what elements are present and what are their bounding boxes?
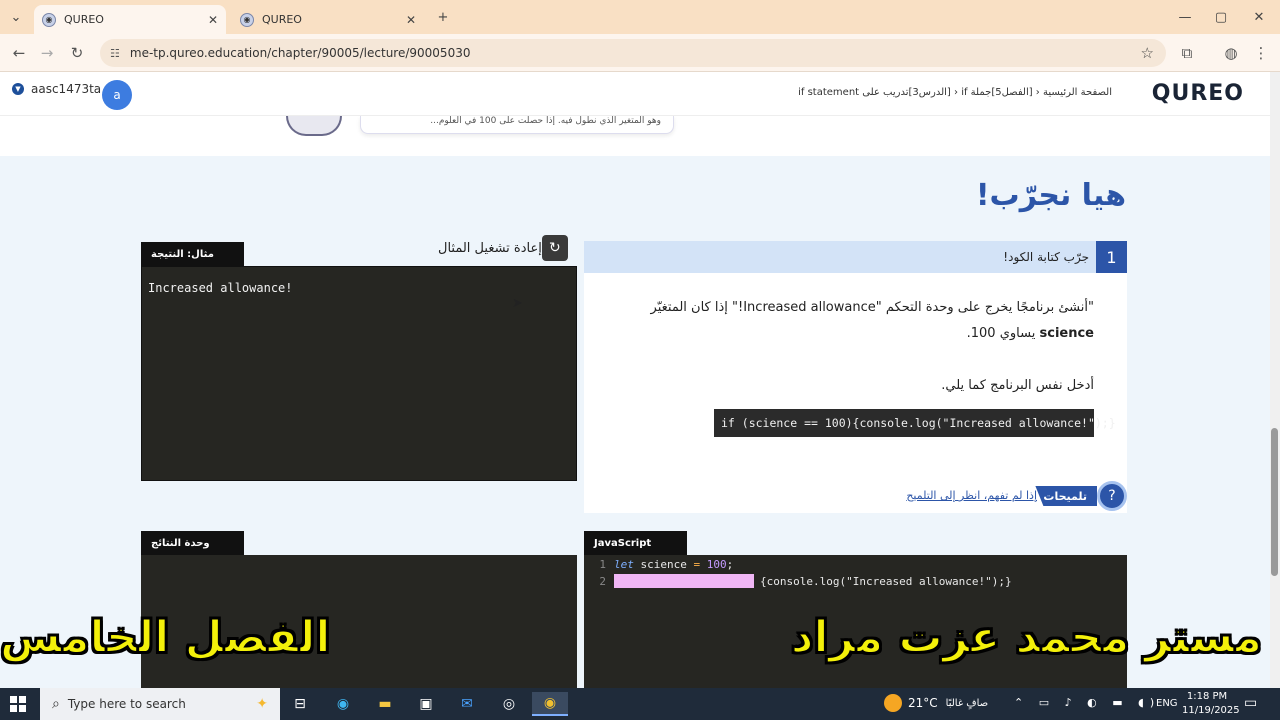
line-number: 1: [599, 558, 606, 571]
result-output-text: Increased allowance!: [148, 281, 293, 295]
notification-icon[interactable]: ▭: [1244, 695, 1257, 711]
qureo-favicon-icon: ◉: [42, 12, 56, 27]
scrollbar-thumb[interactable]: [1271, 428, 1278, 576]
profile-icon[interactable]: ◍: [1220, 42, 1242, 64]
site-header: ▼ aasc1473ta a الصفحة الرئيسية ‹ [الفصل5…: [0, 72, 1270, 116]
maximize-icon[interactable]: ▢: [1206, 6, 1236, 28]
extensions-puzzle-icon[interactable]: ⧉: [1176, 42, 1198, 64]
hints-label: تلميحات: [1035, 486, 1097, 506]
instruction-variable: science: [1039, 326, 1095, 341]
weather-text: صافٍ غالبًا: [945, 697, 989, 709]
new-tab-button[interactable]: +: [428, 6, 458, 28]
search-placeholder: Type here to search: [67, 697, 186, 711]
replay-label: إعادة تشغيل المثال: [438, 240, 542, 256]
task-panel: 1 جرّب كتابة الكود! "أنشئ برنامجًا يخرج …: [584, 241, 1127, 513]
url-text: me-tp.qureo.education/chapter/90005/lect…: [129, 46, 471, 60]
edge-browser-icon[interactable]: ◉: [330, 692, 356, 716]
chevron-left-icon: ‹: [950, 87, 958, 98]
taskbar-search-input[interactable]: ⌕ Type here to search ✦: [40, 688, 280, 720]
blank-highlight[interactable]: [614, 574, 754, 588]
code-line[interactable]: let science = 100;: [614, 558, 733, 571]
mouse-cursor-icon: ➤: [512, 296, 523, 311]
tab-search-chevron-icon[interactable]: ⌄: [4, 6, 28, 28]
sun-icon: [884, 694, 902, 712]
replay-example-button[interactable]: ↻ إعادة تشغيل المثال: [438, 235, 574, 261]
close-window-icon[interactable]: ✕: [1244, 6, 1274, 28]
hints-badge[interactable]: ? تلميحات: [1035, 481, 1127, 511]
username: aasc1473ta: [31, 82, 102, 96]
lightbulb-icon: ?: [1097, 481, 1127, 511]
file-explorer-icon[interactable]: ▬: [372, 692, 398, 716]
qureo-favicon-icon: ◉: [240, 12, 254, 27]
copilot-sparkle-icon[interactable]: ✦: [256, 696, 268, 712]
chevron-left-icon: ‹: [1032, 87, 1040, 98]
search-icon: ⌕: [52, 696, 60, 712]
caption-chapter: الفصل الخامس: [0, 611, 331, 664]
browser-tab-strip: ⌄ ◉ QUREO ✕ ◉ QUREO ✕ + — ▢ ✕: [0, 0, 1280, 34]
address-bar[interactable]: ☷ me-tp.qureo.education/chapter/90005/le…: [100, 39, 1166, 67]
replay-icon: ↻: [541, 235, 568, 261]
windows-taskbar: ⌕ Type here to search ✦ ⊟ ◉ ▬ ▣ ✉ ◎ ◉ 21…: [0, 688, 1280, 720]
task-number: 1: [1096, 241, 1127, 273]
store-icon[interactable]: ▣: [413, 692, 439, 716]
result-tab: مثال: النتيجة: [141, 242, 244, 266]
close-tab-icon[interactable]: ✕: [406, 13, 416, 27]
breadcrumb-home[interactable]: الصفحة الرئيسية: [1043, 87, 1112, 98]
code-line[interactable]: {console.log("Increased allowance!");}: [760, 575, 1012, 588]
task-instruction: "أنشئ برنامجًا يخرج على وحدة التحكم "Inc…: [624, 295, 1094, 347]
caption-teacher-name: مستر محمد عزت مراد: [790, 611, 1263, 664]
tab-title: QUREO: [64, 13, 104, 26]
recorder-icon[interactable]: ◎: [496, 692, 522, 716]
page-scrollbar[interactable]: [1270, 72, 1280, 688]
tab-title: QUREO: [262, 13, 302, 26]
user-dropdown[interactable]: ▼ aasc1473ta: [12, 82, 101, 96]
number: 100: [700, 558, 727, 571]
keyword: let: [614, 558, 634, 571]
breadcrumb-lesson[interactable]: [الدرس3]تدريب على if statement: [798, 87, 951, 98]
system-tray-icons[interactable]: ⌃ ▭ ♪ ◐ ▬ ◖): [1014, 696, 1160, 709]
weather-widget[interactable]: 21°C صافٍ غالبًا: [884, 694, 988, 712]
variable: science: [633, 558, 694, 571]
avatar[interactable]: a: [102, 80, 132, 110]
clock-time: 1:18 PM: [1186, 691, 1228, 702]
task-title: جرّب كتابة الكود!: [1003, 250, 1089, 264]
code-example: if (science == 100){console.log("Increas…: [714, 409, 1116, 437]
breadcrumb-chapter[interactable]: [الفصل5]جملة if: [961, 87, 1032, 98]
system-clock[interactable]: 1:18 PM 11/19/2025: [1182, 690, 1240, 718]
lesson-content: وهو المتغير الذي نطول فيه. إذا حصلت على …: [0, 116, 1270, 688]
breadcrumb: الصفحة الرئيسية ‹ [الفصل5]جملة if ‹ [الد…: [798, 87, 1112, 98]
semicolon: ;: [726, 558, 734, 571]
instruction-text: "أنشئ برنامجًا يخرج على وحدة التحكم "Inc…: [650, 300, 1094, 315]
chevron-down-icon: ▼: [12, 83, 24, 95]
console-tab: وحدة النتائج: [141, 531, 244, 555]
browser-tab-active[interactable]: ◉ QUREO ✕: [34, 5, 226, 34]
language-indicator[interactable]: ENG: [1156, 698, 1178, 709]
menu-kebab-icon[interactable]: ⋮: [1250, 42, 1272, 64]
instruction-text-end: يساوي 100.: [966, 326, 1040, 341]
enter-program-text: أدخل نفس البرنامج كما يلي.: [941, 378, 1094, 393]
reload-icon[interactable]: ↻: [66, 42, 88, 64]
chrome-browser-icon[interactable]: ◉: [532, 692, 568, 716]
browser-toolbar: ← → ↻ ☷ me-tp.qureo.education/chapter/90…: [0, 34, 1280, 72]
forward-arrow-icon[interactable]: →: [36, 42, 58, 64]
back-arrow-icon[interactable]: ←: [8, 42, 30, 64]
javascript-tab: JavaScript: [584, 531, 687, 555]
browser-tab[interactable]: ◉ QUREO ✕: [232, 5, 424, 34]
task-header: 1 جرّب كتابة الكود!: [584, 241, 1127, 273]
bookmark-star-icon[interactable]: ☆: [1141, 44, 1154, 62]
mail-icon[interactable]: ✉: [454, 692, 480, 716]
page-title: هيا نجرّب!: [975, 178, 1126, 213]
task-view-icon[interactable]: ⊟: [287, 692, 313, 716]
site-info-icon[interactable]: ☷: [110, 47, 120, 60]
hint-link[interactable]: إذا لم تفهم، انظر إلى التلميح: [906, 489, 1037, 502]
line-number: 2: [599, 575, 606, 588]
speech-bubble: وهو المتغير الذي نطول فيه. إذا حصلت على …: [360, 116, 674, 134]
windows-start-icon[interactable]: [10, 696, 26, 712]
clock-date: 11/19/2025: [1182, 705, 1240, 716]
minimize-icon[interactable]: —: [1170, 6, 1200, 28]
qureo-logo[interactable]: QUREO: [1152, 81, 1244, 106]
weather-temp: 21°C: [908, 696, 938, 710]
close-tab-icon[interactable]: ✕: [208, 13, 218, 27]
